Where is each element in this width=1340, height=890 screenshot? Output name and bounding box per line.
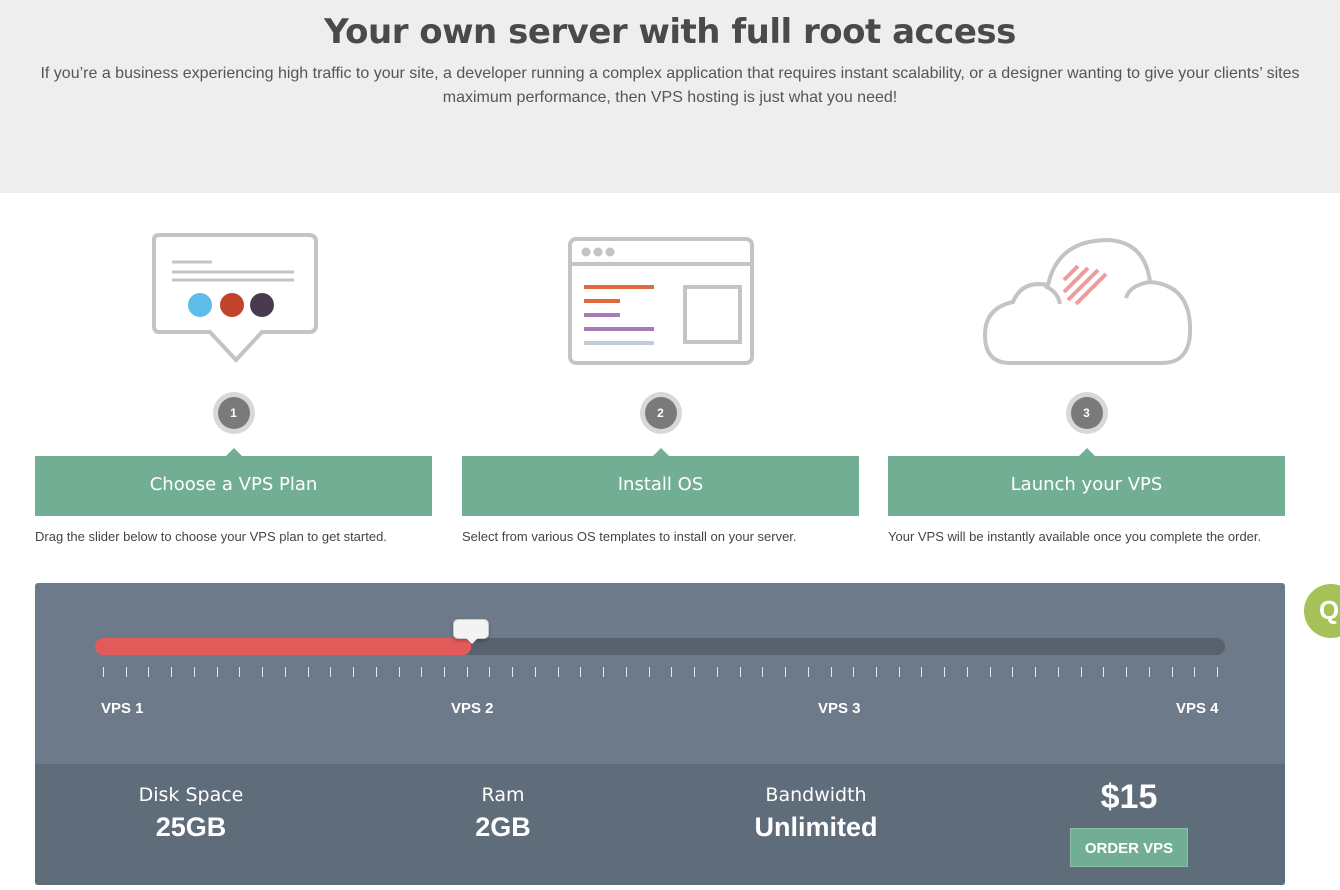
slider-tick: [899, 667, 900, 677]
slider-tick: [762, 667, 763, 677]
step-title: Launch your VPS: [888, 448, 1285, 516]
slider-tick: [558, 667, 559, 677]
slider-tick: [103, 667, 104, 677]
plan-slider-handle[interactable]: [453, 619, 489, 644]
step-number-badge: 3: [1065, 392, 1108, 434]
plan-slider-track[interactable]: [95, 638, 1225, 655]
slider-tick: [1126, 667, 1127, 677]
slider-tick: [740, 667, 741, 677]
slider-tick: [330, 667, 331, 677]
step-title: Choose a VPS Plan: [35, 448, 432, 516]
cloud-icon: [888, 230, 1285, 370]
slider-tick: [967, 667, 968, 677]
slider-tick: [1149, 667, 1150, 677]
slider-tick: [148, 667, 149, 677]
step-number-badge: 1: [212, 392, 255, 434]
plan-slider-fill: [95, 638, 471, 655]
step-description: Your VPS will be instantly available onc…: [888, 529, 1262, 544]
slider-tick: [353, 667, 354, 677]
slider-tick: [467, 667, 468, 677]
slider-ticks: [95, 667, 1225, 677]
slider-tick: [399, 667, 400, 677]
browser-window-icon: [462, 230, 859, 370]
slider-tick: [1058, 667, 1059, 677]
slider-label-vps1[interactable]: VPS 1: [101, 700, 144, 717]
slider-tick: [626, 667, 627, 677]
slider-tick: [831, 667, 832, 677]
plan-specs: Disk Space 25GB Ram 2GB Bandwidth Unlimi…: [35, 764, 1285, 885]
slider-tick: [308, 667, 309, 677]
vps-plan-panel: VPS 1 VPS 2 VPS 3 VPS 4 Disk Space 25GB …: [35, 583, 1285, 885]
slider-tick: [580, 667, 581, 677]
slider-tick: [649, 667, 650, 677]
hero-section: Your own server with full root access If…: [0, 0, 1340, 193]
slider-tick: [1172, 667, 1173, 677]
slider-tick: [1217, 667, 1218, 677]
slider-label-vps3[interactable]: VPS 3: [818, 700, 861, 717]
page-title: Your own server with full root access: [324, 12, 1016, 52]
slider-tick: [944, 667, 945, 677]
slider-tick: [262, 667, 263, 677]
step-description: Drag the slider below to choose your VPS…: [35, 529, 387, 544]
slider-tick: [171, 667, 172, 677]
slider-tick: [217, 667, 218, 677]
speech-bubble-icon: [35, 230, 432, 370]
slider-tick: [512, 667, 513, 677]
slider-tick: [1194, 667, 1195, 677]
slider-tick: [126, 667, 127, 677]
bandwidth-spec: Bandwidth Unlimited: [754, 784, 878, 842]
order-vps-button[interactable]: ORDER VPS: [1070, 828, 1188, 867]
disk-space-spec: Disk Space 25GB: [138, 784, 244, 842]
slider-tick: [921, 667, 922, 677]
slider-tick: [1081, 667, 1082, 677]
slider-tick: [421, 667, 422, 677]
chat-icon: Q: [1319, 595, 1340, 625]
slider-label-vps2[interactable]: VPS 2: [451, 700, 494, 717]
plan-price: $15: [1100, 778, 1158, 816]
slider-tick: [1012, 667, 1013, 677]
step-title: Install OS: [462, 448, 859, 516]
slider-tick: [376, 667, 377, 677]
ram-spec: Ram 2GB: [475, 784, 531, 842]
slider-tick: [603, 667, 604, 677]
chat-button[interactable]: Q: [1304, 584, 1340, 638]
slider-tick: [285, 667, 286, 677]
slider-tick: [1035, 667, 1036, 677]
slider-tick: [808, 667, 809, 677]
slider-tick: [694, 667, 695, 677]
slider-tick: [717, 667, 718, 677]
hero-description: If you’re a business experiencing high t…: [40, 65, 1300, 106]
slider-tick: [853, 667, 854, 677]
step-description: Select from various OS templates to inst…: [462, 529, 797, 544]
slider-tick: [535, 667, 536, 677]
slider-tick: [239, 667, 240, 677]
slider-tick: [444, 667, 445, 677]
slider-tick: [876, 667, 877, 677]
slider-tick: [785, 667, 786, 677]
slider-tick: [489, 667, 490, 677]
slider-label-vps4[interactable]: VPS 4: [1176, 700, 1219, 717]
slider-tick: [990, 667, 991, 677]
slider-tick: [671, 667, 672, 677]
slider-tick: [194, 667, 195, 677]
slider-tick: [1103, 667, 1104, 677]
step-number-badge: 2: [639, 392, 682, 434]
